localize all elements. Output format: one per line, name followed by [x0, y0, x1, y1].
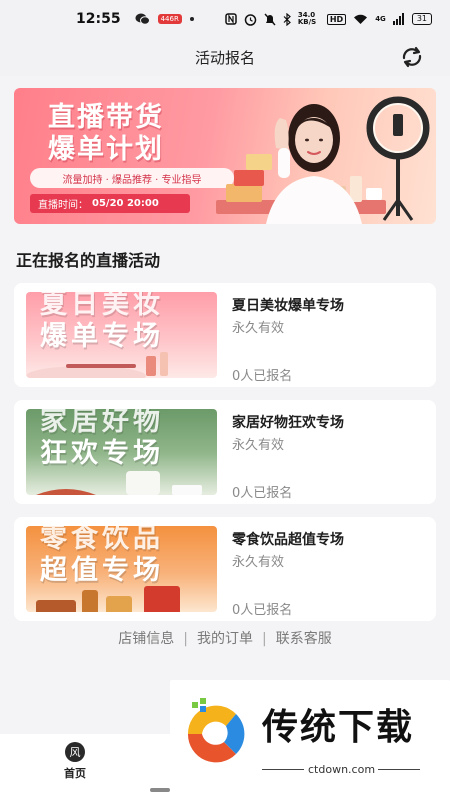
section-title: 正在报名的直播活动	[16, 251, 161, 270]
activity-title: 零食饮品超值专场	[232, 532, 344, 548]
activity-card[interactable]: 夏日美妆 爆单专场 夏日美妆爆单专场 永久有效 0人已报名	[14, 283, 436, 387]
link-separator: |	[262, 631, 267, 647]
banner-time: 直播时间： 05/20 20:00	[30, 194, 190, 213]
activity-signup-count: 0人已报名	[232, 369, 293, 384]
contact-service-link[interactable]: 联系客服	[276, 631, 332, 647]
refresh-button[interactable]	[396, 42, 428, 72]
promo-banner[interactable]: 直播带货 爆单计划 流量加持 · 爆品推荐 · 专业指导 直播时间： 05/20…	[14, 88, 436, 224]
status-bar: 12:55 446R 34.0 KB/S HD 4G 31	[0, 0, 450, 38]
activity-validity: 永久有效	[232, 555, 285, 570]
watermark-line	[262, 769, 304, 770]
footer-links: 店铺信息 | 我的订单 | 联系客服	[0, 628, 450, 648]
wifi-icon	[354, 14, 368, 24]
thumbnail-title-bottom: 爆单专场	[40, 321, 164, 352]
activity-card[interactable]: 家居好物 狂欢专场 家居好物狂欢专场 永久有效 0人已报名	[14, 400, 436, 504]
signal-label: 4G	[375, 15, 386, 23]
wechat-icon	[135, 13, 150, 25]
activity-title: 夏日美妆爆单专场	[232, 298, 344, 314]
activity-signup-count: 0人已报名	[232, 486, 293, 501]
home-tab-icon: 风	[65, 742, 85, 762]
status-right-icons: 34.0 KB/S HD 4G 31	[225, 12, 432, 26]
bluetooth-icon	[283, 12, 291, 26]
banner-tags: 流量加持 · 爆品推荐 · 专业指导	[30, 168, 234, 188]
banner-title: 直播带货 爆单计划	[48, 102, 164, 166]
activity-title: 家居好物狂欢专场	[232, 415, 344, 431]
banner-host-illustration	[216, 96, 430, 224]
dot-icon	[189, 17, 194, 21]
activity-validity: 永久有效	[232, 438, 285, 453]
home-indicator	[150, 788, 170, 792]
page-title: 活动报名	[194, 48, 255, 67]
cosmetics-illustration	[26, 352, 168, 378]
tab-home[interactable]: 风 首页	[60, 742, 90, 781]
shop-info-link[interactable]: 店铺信息	[118, 631, 174, 647]
activity-thumbnail: 家居好物 狂欢专场	[26, 409, 217, 495]
signal-icon	[392, 13, 404, 25]
watermark-logo-icon	[187, 698, 245, 763]
banner-title-line1: 直播带货	[48, 102, 164, 133]
watermark-line	[378, 769, 420, 770]
app-badge: 446R	[157, 14, 182, 24]
activity-signup-count: 0人已报名	[232, 603, 293, 618]
home-goods-illustration	[36, 471, 202, 495]
network-speed: 34.0 KB/S	[297, 11, 317, 26]
thumbnail-title-bottom: 超值专场	[40, 555, 164, 586]
activity-thumbnail: 夏日美妆 爆单专场	[26, 292, 217, 378]
battery-indicator: 31	[411, 13, 432, 25]
thumbnail-title-bottom: 狂欢专场	[40, 438, 164, 469]
watermark-overlay: 传统下载 ctdown.com	[170, 680, 450, 788]
watermark-brand: 传统下载	[262, 707, 415, 748]
refresh-icon	[402, 46, 422, 68]
mute-icon	[264, 13, 276, 25]
banner-title-line2: 爆单计划	[48, 134, 164, 165]
activity-card[interactable]: 零食饮品 超值专场 零食饮品超值专场 永久有效 0人已报名	[14, 517, 436, 621]
snacks-illustration	[36, 586, 180, 612]
home-tab-label: 首页	[64, 767, 86, 780]
nfc-icon	[225, 13, 237, 25]
watermark-url: ctdown.com	[308, 763, 376, 776]
my-orders-link[interactable]: 我的订单	[197, 631, 253, 647]
hd-badge: HD	[326, 13, 347, 25]
activity-validity: 永久有效	[232, 321, 285, 336]
link-separator: |	[183, 631, 188, 647]
alarm-icon	[244, 13, 257, 26]
status-time: 12:55	[76, 11, 121, 27]
nav-bar: 活动报名	[0, 38, 450, 76]
banner-time-value: 05/20 20:00	[92, 198, 159, 209]
banner-time-label: 直播时间：	[38, 200, 88, 211]
status-notification-icons: 446R	[135, 13, 194, 25]
activity-thumbnail: 零食饮品 超值专场	[26, 526, 217, 612]
